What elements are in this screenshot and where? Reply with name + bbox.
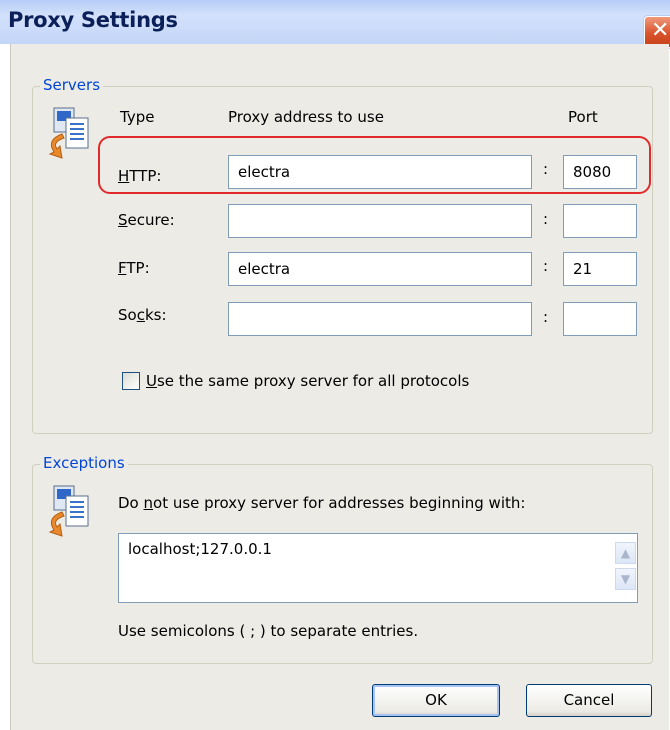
- exceptions-description: Do not use proxy server for addresses be…: [118, 494, 526, 512]
- secure-colon: :: [543, 210, 549, 228]
- close-icon: ✕: [651, 18, 670, 43]
- ftp-colon: :: [543, 257, 549, 275]
- http-row-highlight: [98, 136, 651, 194]
- same-proxy-label[interactable]: Use the same proxy server for all protoc…: [146, 372, 469, 390]
- ftp-label: FTP:: [118, 259, 150, 277]
- title-bar[interactable]: Proxy Settings ✕: [0, 0, 670, 48]
- proxy-exceptions-icon: [48, 485, 89, 537]
- secure-port-input[interactable]: [563, 204, 637, 238]
- address-column-header: Proxy address to use: [228, 108, 384, 126]
- exceptions-textarea[interactable]: localhost;127.0.0.1 ▲ ▼: [118, 533, 638, 603]
- socks-address-input[interactable]: [228, 302, 532, 336]
- ftp-address-input[interactable]: electra: [228, 252, 532, 286]
- same-proxy-checkbox[interactable]: [122, 372, 140, 390]
- socks-colon: :: [543, 308, 549, 326]
- port-column-header: Port: [568, 108, 598, 126]
- exceptions-legend: Exceptions: [40, 454, 128, 472]
- ftp-port-input[interactable]: 21: [563, 252, 637, 286]
- type-column-header: Type: [120, 108, 155, 126]
- secure-address-input[interactable]: [228, 204, 532, 238]
- proxy-server-icon: [48, 107, 89, 159]
- exceptions-value: localhost;127.0.0.1: [128, 540, 272, 558]
- scroll-up-button[interactable]: ▲: [615, 542, 636, 564]
- exceptions-hint: Use semicolons ( ; ) to separate entries…: [118, 622, 419, 640]
- servers-legend: Servers: [40, 76, 104, 94]
- cancel-button[interactable]: Cancel: [526, 684, 652, 717]
- dialog-title: Proxy Settings: [8, 8, 178, 32]
- ok-button[interactable]: OK: [372, 684, 500, 717]
- scroll-down-button[interactable]: ▼: [615, 568, 636, 590]
- socks-label: Socks:: [118, 306, 167, 324]
- proxy-settings-dialog: Proxy Settings ✕ Servers Type Proxy addr…: [0, 0, 670, 730]
- socks-port-input[interactable]: [563, 302, 637, 336]
- secure-label: Secure:: [118, 211, 175, 229]
